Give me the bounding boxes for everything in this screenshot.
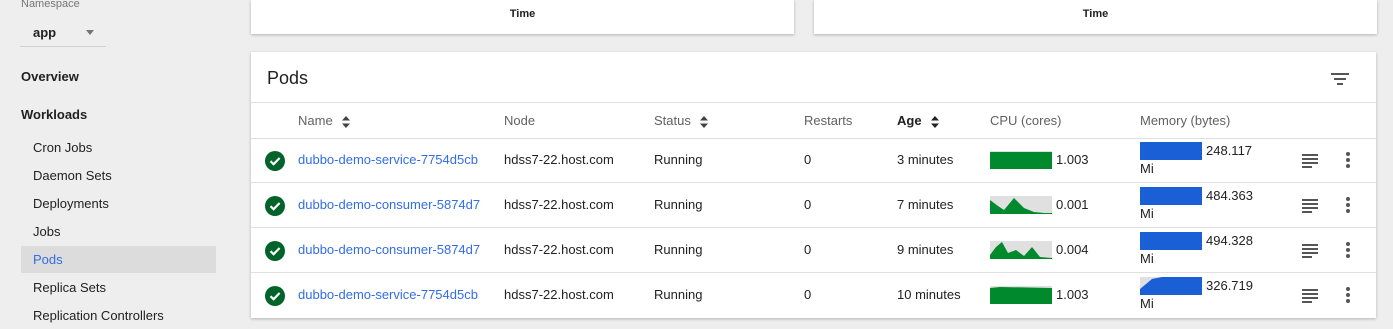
memory-value: 248.117 — [1206, 143, 1253, 158]
column-header-node: Node — [504, 113, 536, 128]
column-header-label: Age — [897, 113, 922, 128]
sidebar-item-daemon-sets[interactable]: Daemon Sets — [21, 162, 216, 189]
pod-node: hdss7-22.host.com — [504, 242, 614, 257]
sidebar-item-pods[interactable]: Pods — [21, 246, 216, 273]
column-header-name[interactable]: Name — [298, 113, 351, 128]
pods-title: Pods — [267, 68, 309, 88]
logs-icon[interactable] — [1300, 286, 1320, 304]
memory-unit: Mi — [1140, 161, 1154, 176]
memory-usage-chart-card: Time — [814, 0, 1377, 34]
pods-card: Pods Name Node Status Restarts Age CPU (… — [251, 52, 1376, 318]
column-header-memory: Memory (bytes) — [1140, 113, 1231, 128]
memory-value: 484.363 — [1206, 188, 1253, 203]
pod-age: 3 minutes — [897, 152, 954, 167]
check-circle-icon — [265, 241, 285, 261]
memory-unit: Mi — [1140, 251, 1154, 266]
memory-unit: Mi — [1140, 206, 1154, 221]
more-vert-icon[interactable] — [1338, 151, 1358, 169]
pod-status: Running — [654, 197, 703, 212]
namespace-underline — [20, 46, 106, 47]
cpu-sparkline — [990, 196, 1052, 214]
pod-restarts: 0 — [804, 152, 812, 167]
pod-age: 10 minutes — [897, 287, 961, 302]
pod-node: hdss7-22.host.com — [504, 152, 614, 167]
pod-node: hdss7-22.host.com — [504, 287, 614, 302]
sidebar-section-workloads[interactable]: Workloads — [21, 107, 87, 122]
cpu-value: 1.003 — [1056, 152, 1089, 167]
column-header-age[interactable]: Age — [897, 113, 940, 128]
column-header-restarts: Restarts — [804, 113, 853, 128]
check-circle-icon — [265, 151, 285, 171]
pod-name-link[interactable]: dubbo-demo-service-7754d5cb — [298, 273, 490, 317]
pod-name-link[interactable]: dubbo-demo-service-7754d5cb — [298, 138, 490, 182]
namespace-select[interactable]: app — [33, 24, 97, 44]
more-vert-icon[interactable] — [1338, 286, 1358, 304]
pod-status: Running — [654, 152, 703, 167]
pod-restarts: 0 — [804, 197, 812, 212]
check-circle-icon — [265, 196, 285, 216]
memory-unit: Mi — [1140, 296, 1154, 311]
sidebar-item-deployments[interactable]: Deployments — [21, 190, 216, 217]
sort-icon — [931, 115, 940, 128]
cpu-value: 0.001 — [1056, 197, 1089, 212]
sidebar-item-overview[interactable]: Overview — [21, 69, 79, 84]
cpu-sparkline — [990, 241, 1052, 259]
memory-value: 326.719 — [1206, 278, 1253, 293]
cpu-sparkline — [990, 151, 1052, 169]
table-row: dubbo-demo-consumer-5874d7 hdss7-22.host… — [251, 183, 1376, 227]
column-header-cpu: CPU (cores) — [990, 113, 1062, 128]
sort-icon — [342, 115, 351, 128]
more-vert-icon[interactable] — [1338, 241, 1358, 259]
check-circle-icon — [265, 286, 285, 306]
divider — [251, 102, 1376, 103]
logs-icon[interactable] — [1300, 151, 1320, 169]
memory-sparkline — [1140, 142, 1202, 160]
filter-icon[interactable] — [1330, 71, 1350, 87]
namespace-value: app — [33, 25, 57, 40]
pod-age: 7 minutes — [897, 197, 954, 212]
pod-restarts: 0 — [804, 287, 812, 302]
namespace-label: Namespace — [21, 0, 80, 10]
pod-status: Running — [654, 242, 703, 257]
chart-x-axis-label: Time — [509, 8, 536, 20]
table-row: dubbo-demo-service-7754d5cb hdss7-22.hos… — [251, 273, 1376, 317]
sidebar: Namespace app Overview Workloads Cron Jo… — [0, 0, 232, 324]
cpu-value: 0.004 — [1056, 242, 1089, 257]
cpu-value: 1.003 — [1056, 287, 1089, 302]
sort-icon — [700, 115, 709, 128]
sidebar-item-cron-jobs[interactable]: Cron Jobs — [21, 134, 216, 161]
memory-sparkline — [1140, 232, 1202, 250]
cpu-usage-chart-card: Time — [251, 0, 794, 34]
pod-node: hdss7-22.host.com — [504, 197, 614, 212]
column-header-label: Status — [654, 113, 691, 128]
more-vert-icon[interactable] — [1338, 196, 1358, 214]
pod-name-link[interactable]: dubbo-demo-consumer-5874d7 — [298, 228, 490, 272]
sidebar-item-replica-sets[interactable]: Replica Sets — [21, 274, 216, 301]
memory-sparkline — [1140, 277, 1202, 295]
column-header-label: Name — [298, 113, 333, 128]
memory-value: 494.328 — [1206, 233, 1253, 248]
pod-status: Running — [654, 287, 703, 302]
cpu-sparkline — [990, 286, 1052, 304]
pod-restarts: 0 — [804, 242, 812, 257]
pod-name-link[interactable]: dubbo-demo-consumer-5874d7 — [298, 183, 490, 227]
memory-sparkline — [1140, 187, 1202, 205]
column-header-status[interactable]: Status — [654, 113, 709, 128]
pod-age: 9 minutes — [897, 242, 954, 257]
logs-icon[interactable] — [1300, 241, 1320, 259]
table-row: dubbo-demo-consumer-5874d7 hdss7-22.host… — [251, 228, 1376, 272]
chevron-down-icon — [86, 30, 94, 35]
logs-icon[interactable] — [1300, 196, 1320, 214]
table-row: dubbo-demo-service-7754d5cb hdss7-22.hos… — [251, 138, 1376, 182]
chart-x-axis-label: Time — [1082, 8, 1109, 20]
sidebar-item-jobs[interactable]: Jobs — [21, 218, 216, 245]
sidebar-item-replication-controllers[interactable]: Replication Controllers — [21, 302, 216, 329]
